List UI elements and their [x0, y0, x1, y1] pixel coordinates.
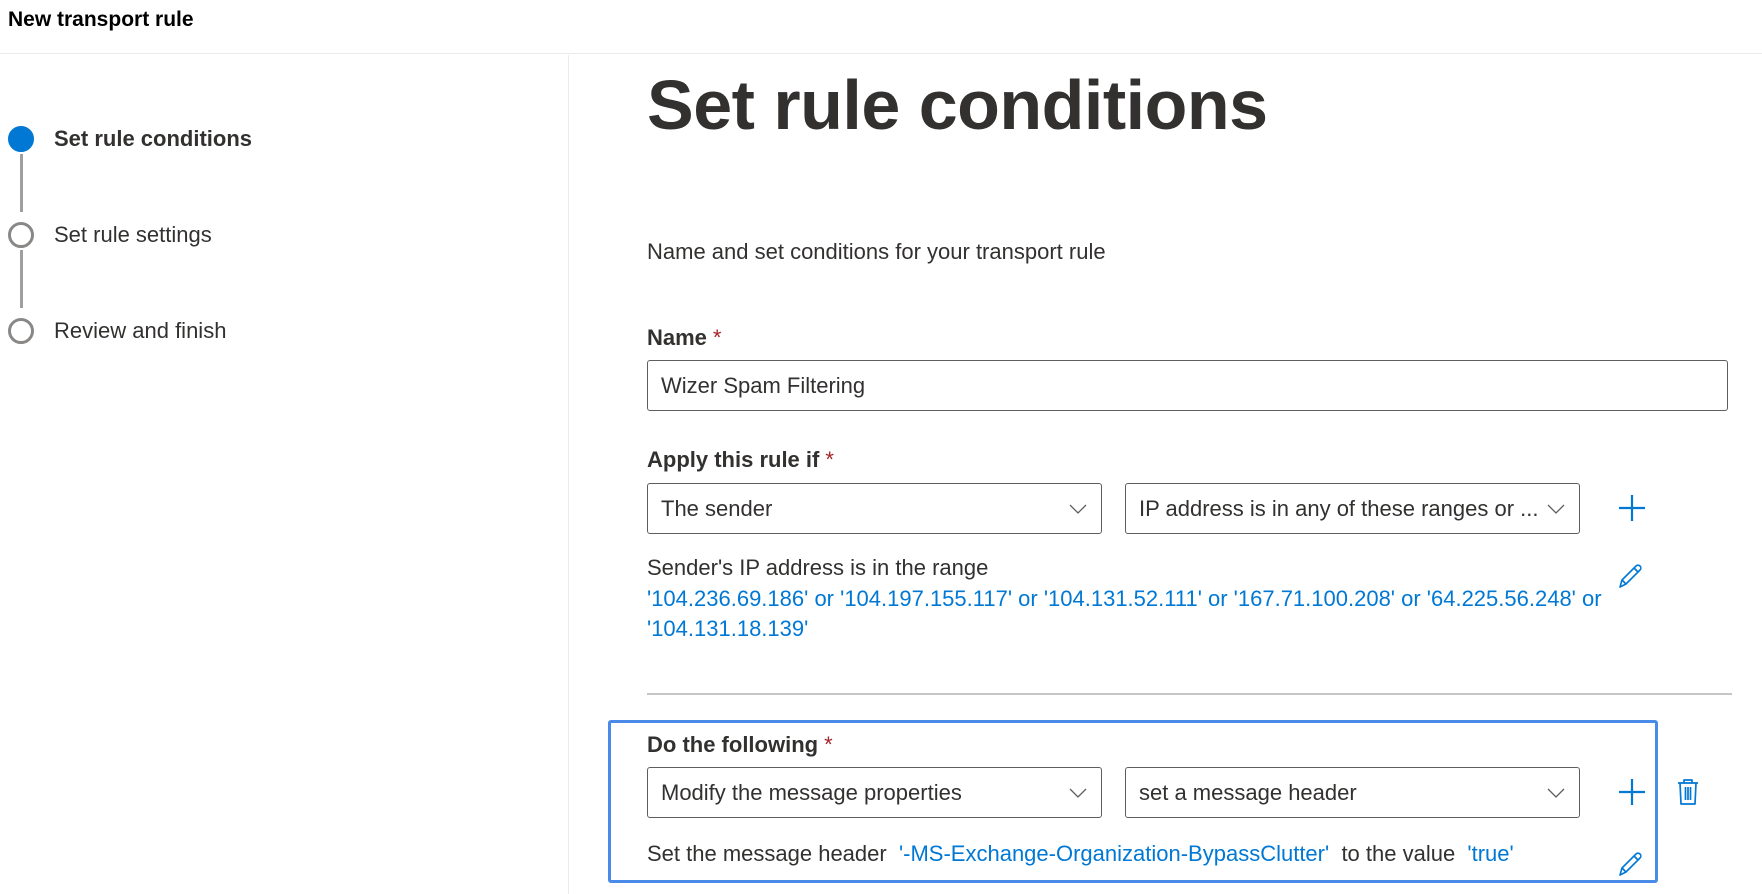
rule-name-input[interactable]	[647, 360, 1728, 411]
step-pending-indicator-icon	[8, 222, 34, 248]
step-connector	[20, 154, 23, 212]
action-summary-prefix: Set the message header	[647, 841, 887, 866]
page-title: Set rule conditions	[647, 66, 1268, 144]
header-value-link[interactable]: 'true'	[1467, 841, 1513, 866]
required-marker: *	[825, 447, 834, 472]
wizard-step-review-and-finish[interactable]: Review and finish	[8, 318, 226, 344]
name-label-text: Name	[647, 325, 707, 350]
delete-action-button[interactable]	[1671, 775, 1705, 809]
step-label: Set rule conditions	[54, 126, 253, 151]
condition-ip-list-link[interactable]: '104.236.69.186' or '104.197.155.117' or…	[647, 586, 1602, 612]
trash-icon	[1678, 779, 1698, 805]
plus-icon	[1619, 779, 1645, 805]
required-marker: *	[712, 325, 722, 350]
chevron-down-icon	[1069, 504, 1087, 514]
action-label-text: Do the following	[647, 732, 819, 757]
add-condition-button[interactable]	[1615, 491, 1649, 525]
page-subtitle: Name and set conditions for your transpo…	[647, 239, 1106, 264]
pencil-icon	[1619, 564, 1642, 588]
panel-header: New transport rule	[0, 0, 1762, 54]
dropdown-selected-value: set a message header	[1139, 779, 1357, 805]
step-label: Review and finish	[54, 318, 227, 343]
action-label: Do the following *	[647, 732, 833, 758]
action-type-dropdown[interactable]: Modify the message properties	[647, 767, 1102, 818]
action-property-dropdown[interactable]: set a message header	[1125, 767, 1580, 818]
plus-icon	[1619, 495, 1645, 521]
add-action-button[interactable]	[1615, 775, 1649, 809]
edit-condition-button[interactable]	[1613, 560, 1647, 594]
action-summary-middle: to the value	[1341, 841, 1456, 866]
dropdown-selected-value: Modify the message properties	[661, 779, 962, 805]
header-name-link[interactable]: '-MS-Exchange-Organization-BypassClutter…	[899, 841, 1329, 866]
main-content: Set rule conditions Name and set conditi…	[570, 55, 1762, 894]
dropdown-selected-value: IP address is in any of these ranges or …	[1139, 495, 1538, 521]
dropdown-selected-value: The sender	[661, 495, 773, 521]
step-pending-indicator-icon	[8, 318, 34, 344]
name-label: Name *	[647, 325, 721, 351]
panel-title: New transport rule	[8, 8, 194, 31]
step-label: Set rule settings	[54, 222, 212, 247]
required-marker: *	[824, 732, 833, 757]
section-divider	[647, 693, 1732, 695]
edit-action-button[interactable]	[1613, 848, 1647, 882]
pencil-icon	[1619, 852, 1642, 876]
condition-subject-dropdown[interactable]: The sender	[647, 483, 1102, 534]
chevron-down-icon	[1069, 788, 1087, 798]
condition-ip-list-link[interactable]: '104.131.18.139'	[647, 616, 808, 642]
condition-label-text: Apply this rule if	[647, 447, 820, 472]
wizard-step-set-rule-conditions[interactable]: Set rule conditions	[8, 126, 252, 152]
step-connector	[20, 250, 23, 308]
condition-predicate-dropdown[interactable]: IP address is in any of these ranges or …	[1125, 483, 1580, 534]
chevron-down-icon	[1547, 504, 1565, 514]
step-current-indicator-icon	[8, 126, 34, 152]
chevron-down-icon	[1547, 788, 1565, 798]
condition-summary-prefix: Sender's IP address is in the range	[647, 555, 989, 580]
wizard-step-set-rule-settings[interactable]: Set rule settings	[8, 222, 212, 248]
action-summary: Set the message header '-MS-Exchange-Org…	[647, 841, 1514, 867]
condition-label: Apply this rule if *	[647, 447, 834, 473]
wizard-steps-nav: Set rule conditions Set rule settings Re…	[0, 55, 569, 894]
